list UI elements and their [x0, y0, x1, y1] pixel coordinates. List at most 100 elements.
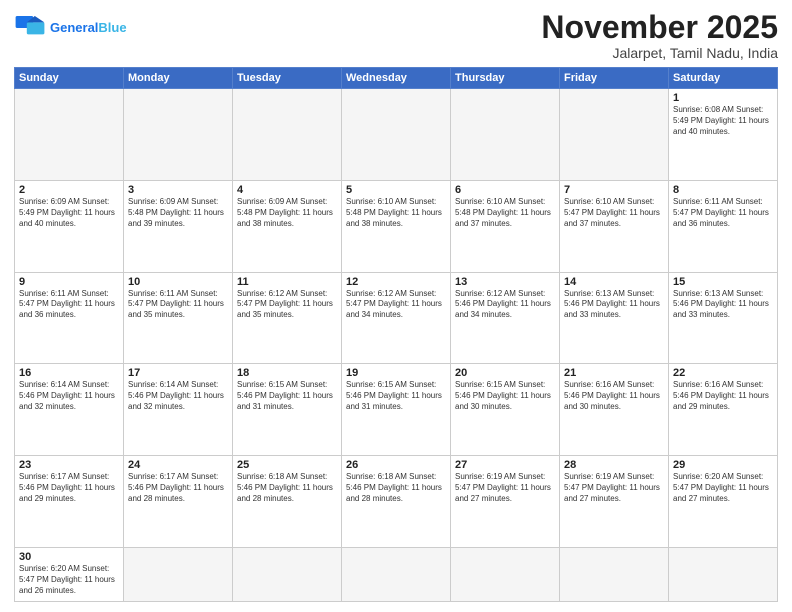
day-number: 22: [673, 367, 773, 379]
title-block: November 2025 Jalarpet, Tamil Nadu, Indi…: [541, 10, 778, 61]
table-row: 9Sunrise: 6:11 AM Sunset: 5:47 PM Daylig…: [15, 272, 124, 364]
table-row: [233, 89, 342, 181]
cell-info: Sunrise: 6:10 AM Sunset: 5:47 PM Dayligh…: [564, 197, 664, 229]
cell-info: Sunrise: 6:12 AM Sunset: 5:46 PM Dayligh…: [455, 289, 555, 321]
day-number: 8: [673, 184, 773, 196]
day-number: 18: [237, 367, 337, 379]
table-row: 18Sunrise: 6:15 AM Sunset: 5:46 PM Dayli…: [233, 364, 342, 456]
day-number: 7: [564, 184, 664, 196]
cell-info: Sunrise: 6:12 AM Sunset: 5:47 PM Dayligh…: [237, 289, 337, 321]
day-number: 28: [564, 459, 664, 471]
page: GeneralBlue November 2025 Jalarpet, Tami…: [0, 0, 792, 612]
table-row: 10Sunrise: 6:11 AM Sunset: 5:47 PM Dayli…: [124, 272, 233, 364]
table-row: 11Sunrise: 6:12 AM Sunset: 5:47 PM Dayli…: [233, 272, 342, 364]
day-number: 19: [346, 367, 446, 379]
cell-info: Sunrise: 6:17 AM Sunset: 5:46 PM Dayligh…: [128, 472, 228, 504]
month-title: November 2025: [541, 10, 778, 45]
day-number: 23: [19, 459, 119, 471]
table-row: 26Sunrise: 6:18 AM Sunset: 5:46 PM Dayli…: [342, 456, 451, 548]
table-row: 24Sunrise: 6:17 AM Sunset: 5:46 PM Dayli…: [124, 456, 233, 548]
table-row: [342, 89, 451, 181]
header: GeneralBlue November 2025 Jalarpet, Tami…: [14, 10, 778, 61]
cell-info: Sunrise: 6:14 AM Sunset: 5:46 PM Dayligh…: [19, 380, 119, 412]
day-number: 4: [237, 184, 337, 196]
table-row: 20Sunrise: 6:15 AM Sunset: 5:46 PM Dayli…: [451, 364, 560, 456]
table-row: [15, 89, 124, 181]
cell-info: Sunrise: 6:09 AM Sunset: 5:49 PM Dayligh…: [19, 197, 119, 229]
day-number: 30: [19, 551, 119, 563]
day-number: 6: [455, 184, 555, 196]
table-row: 5Sunrise: 6:10 AM Sunset: 5:48 PM Daylig…: [342, 180, 451, 272]
table-row: 4Sunrise: 6:09 AM Sunset: 5:48 PM Daylig…: [233, 180, 342, 272]
col-tuesday: Tuesday: [233, 68, 342, 89]
logo-blue: Blue: [98, 20, 126, 35]
table-row: 7Sunrise: 6:10 AM Sunset: 5:47 PM Daylig…: [560, 180, 669, 272]
day-number: 15: [673, 276, 773, 288]
day-number: 27: [455, 459, 555, 471]
col-saturday: Saturday: [669, 68, 778, 89]
day-number: 16: [19, 367, 119, 379]
table-row: 25Sunrise: 6:18 AM Sunset: 5:46 PM Dayli…: [233, 456, 342, 548]
cell-info: Sunrise: 6:15 AM Sunset: 5:46 PM Dayligh…: [455, 380, 555, 412]
table-row: [451, 89, 560, 181]
cell-info: Sunrise: 6:12 AM Sunset: 5:47 PM Dayligh…: [346, 289, 446, 321]
table-row: [451, 548, 560, 602]
table-row: 16Sunrise: 6:14 AM Sunset: 5:46 PM Dayli…: [15, 364, 124, 456]
col-monday: Monday: [124, 68, 233, 89]
col-thursday: Thursday: [451, 68, 560, 89]
day-number: 11: [237, 276, 337, 288]
logo-icon: [14, 14, 46, 42]
day-number: 12: [346, 276, 446, 288]
table-row: [342, 548, 451, 602]
table-row: [124, 548, 233, 602]
cell-info: Sunrise: 6:11 AM Sunset: 5:47 PM Dayligh…: [128, 289, 228, 321]
day-number: 3: [128, 184, 228, 196]
table-row: 1Sunrise: 6:08 AM Sunset: 5:49 PM Daylig…: [669, 89, 778, 181]
cell-info: Sunrise: 6:13 AM Sunset: 5:46 PM Dayligh…: [564, 289, 664, 321]
cell-info: Sunrise: 6:15 AM Sunset: 5:46 PM Dayligh…: [237, 380, 337, 412]
table-row: 15Sunrise: 6:13 AM Sunset: 5:46 PM Dayli…: [669, 272, 778, 364]
table-row: [669, 548, 778, 602]
day-number: 26: [346, 459, 446, 471]
cell-info: Sunrise: 6:14 AM Sunset: 5:46 PM Dayligh…: [128, 380, 228, 412]
cell-info: Sunrise: 6:18 AM Sunset: 5:46 PM Dayligh…: [346, 472, 446, 504]
table-row: [124, 89, 233, 181]
table-row: 17Sunrise: 6:14 AM Sunset: 5:46 PM Dayli…: [124, 364, 233, 456]
table-row: 28Sunrise: 6:19 AM Sunset: 5:47 PM Dayli…: [560, 456, 669, 548]
cell-info: Sunrise: 6:13 AM Sunset: 5:46 PM Dayligh…: [673, 289, 773, 321]
day-number: 1: [673, 92, 773, 104]
day-number: 10: [128, 276, 228, 288]
table-row: 3Sunrise: 6:09 AM Sunset: 5:48 PM Daylig…: [124, 180, 233, 272]
table-row: [560, 548, 669, 602]
day-number: 17: [128, 367, 228, 379]
table-row: 6Sunrise: 6:10 AM Sunset: 5:48 PM Daylig…: [451, 180, 560, 272]
table-row: [233, 548, 342, 602]
col-wednesday: Wednesday: [342, 68, 451, 89]
table-row: [560, 89, 669, 181]
cell-info: Sunrise: 6:08 AM Sunset: 5:49 PM Dayligh…: [673, 105, 773, 137]
day-number: 24: [128, 459, 228, 471]
cell-info: Sunrise: 6:19 AM Sunset: 5:47 PM Dayligh…: [455, 472, 555, 504]
cell-info: Sunrise: 6:11 AM Sunset: 5:47 PM Dayligh…: [673, 197, 773, 229]
table-row: 29Sunrise: 6:20 AM Sunset: 5:47 PM Dayli…: [669, 456, 778, 548]
location: Jalarpet, Tamil Nadu, India: [541, 45, 778, 61]
cell-info: Sunrise: 6:09 AM Sunset: 5:48 PM Dayligh…: [237, 197, 337, 229]
cell-info: Sunrise: 6:09 AM Sunset: 5:48 PM Dayligh…: [128, 197, 228, 229]
logo-text: GeneralBlue: [50, 21, 127, 35]
calendar-table: Sunday Monday Tuesday Wednesday Thursday…: [14, 67, 778, 602]
calendar-header-row: Sunday Monday Tuesday Wednesday Thursday…: [15, 68, 778, 89]
logo: GeneralBlue: [14, 14, 127, 42]
cell-info: Sunrise: 6:16 AM Sunset: 5:46 PM Dayligh…: [564, 380, 664, 412]
day-number: 20: [455, 367, 555, 379]
cell-info: Sunrise: 6:18 AM Sunset: 5:46 PM Dayligh…: [237, 472, 337, 504]
table-row: 21Sunrise: 6:16 AM Sunset: 5:46 PM Dayli…: [560, 364, 669, 456]
day-number: 9: [19, 276, 119, 288]
cell-info: Sunrise: 6:19 AM Sunset: 5:47 PM Dayligh…: [564, 472, 664, 504]
table-row: 22Sunrise: 6:16 AM Sunset: 5:46 PM Dayli…: [669, 364, 778, 456]
cell-info: Sunrise: 6:10 AM Sunset: 5:48 PM Dayligh…: [346, 197, 446, 229]
col-sunday: Sunday: [15, 68, 124, 89]
cell-info: Sunrise: 6:20 AM Sunset: 5:47 PM Dayligh…: [673, 472, 773, 504]
day-number: 29: [673, 459, 773, 471]
col-friday: Friday: [560, 68, 669, 89]
table-row: 8Sunrise: 6:11 AM Sunset: 5:47 PM Daylig…: [669, 180, 778, 272]
